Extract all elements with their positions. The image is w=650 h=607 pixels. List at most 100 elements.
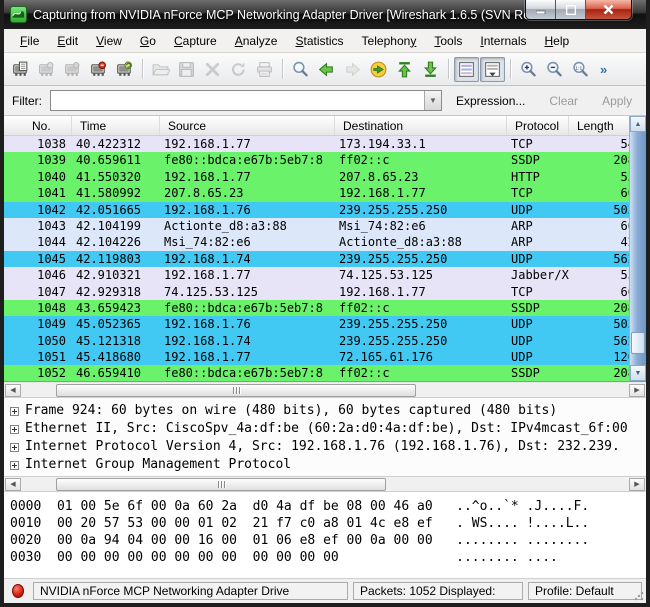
scroll-thumb[interactable] xyxy=(56,384,416,397)
menu-statistics[interactable]: Statistics xyxy=(287,31,351,51)
column-header-protocol[interactable]: Protocol xyxy=(507,116,569,135)
list-interfaces-icon[interactable] xyxy=(8,57,33,82)
autoscroll-toggle-icon[interactable] xyxy=(480,56,505,82)
scroll-right-button[interactable]: ▶ xyxy=(629,477,645,491)
expand-plus-icon[interactable] xyxy=(10,406,19,416)
menu-view[interactable]: View xyxy=(88,31,130,51)
clear-button: Clear xyxy=(549,93,579,108)
column-header-no[interactable]: No. xyxy=(4,116,72,135)
menu-help[interactable]: Help xyxy=(537,31,578,51)
capture-stop-icon[interactable] xyxy=(86,57,111,82)
cell-protocol: TCP xyxy=(511,137,533,151)
cell-source: 192.168.1.77 xyxy=(164,350,251,365)
cell-source: fe80::bdca:e67b:5eb7:8 xyxy=(164,366,323,381)
packet-row[interactable]: 1042 42.051665 192.168.1.76 239.255.255.250… xyxy=(4,201,629,218)
detail-line[interactable]: Internet Protocol Version 4, Src: 192.16… xyxy=(8,438,646,456)
capture-start-icon xyxy=(60,57,85,82)
column-header-source[interactable]: Source xyxy=(160,116,335,135)
expand-plus-icon[interactable] xyxy=(10,442,19,452)
detail-line[interactable]: Internet Group Management Protocol xyxy=(8,456,646,474)
detail-text: Internet Group Management Protocol xyxy=(25,457,292,472)
expand-plus-icon[interactable] xyxy=(10,460,19,470)
menu-bar: File Edit View Go Capture Analyze Statistics Te… xyxy=(4,29,646,53)
resize-grip[interactable] xyxy=(634,591,644,601)
menu-edit[interactable]: Edit xyxy=(49,31,86,51)
details-horizontal-scrollbar[interactable]: ◀ ▶ xyxy=(4,477,646,492)
cell-protocol: SSDP xyxy=(511,300,540,315)
capture-restart-icon[interactable] xyxy=(112,57,137,82)
capture-options-icon xyxy=(34,57,59,82)
cell-time: 45.121318 xyxy=(76,333,142,348)
packet-row[interactable]: 1044 42.104226 Msi_74:82:e6 Actionte_d8:a3:… xyxy=(4,234,629,251)
menu-internals[interactable]: Internals xyxy=(472,31,534,51)
scroll-up-button[interactable]: ▲ xyxy=(630,116,646,132)
packet-row[interactable]: 1040 41.550320 192.168.1.77 207.8.65.23 HTTP… xyxy=(4,168,629,186)
cell-time: 42.910321 xyxy=(76,268,142,283)
menu-telephony[interactable]: Telephony xyxy=(354,31,425,51)
cell-protocol: HTTP xyxy=(511,169,540,184)
zoom-out-icon[interactable] xyxy=(542,57,567,82)
menu-go[interactable]: Go xyxy=(132,31,164,51)
filter-input[interactable] xyxy=(51,91,424,110)
title-bar[interactable]: Capturing from NVIDIA nForce MCP Network… xyxy=(4,0,646,29)
detail-line[interactable]: Ethernet II, Src: CiscoSpv_4a:df:be (60:… xyxy=(8,420,646,438)
packet-list-horizontal-scrollbar[interactable]: ◀ ▶ xyxy=(4,383,646,398)
packet-row[interactable]: 1051 45.418680 192.168.1.77 72.165.61.176 UD… xyxy=(4,349,629,366)
filter-dropdown-button[interactable]: ▼ xyxy=(424,91,441,110)
cell-length: 55 xyxy=(620,268,629,283)
filter-label: Filter: xyxy=(12,93,42,108)
packet-row[interactable]: 1046 42.910321 192.168.1.77 74.125.53.125 Ja… xyxy=(4,267,629,284)
cell-time: 45.418680 xyxy=(76,350,142,365)
packet-row[interactable]: 1049 45.052365 192.168.1.76 239.255.255.250… xyxy=(4,316,629,333)
scroll-left-button[interactable]: ◀ xyxy=(5,477,21,491)
cell-time: 46.659410 xyxy=(76,366,142,381)
close-button[interactable] xyxy=(586,0,631,19)
cell-length: 55 xyxy=(620,169,629,184)
wireshark-window: Capturing from NVIDIA nForce MCP Network… xyxy=(0,0,650,607)
column-header-time[interactable]: Time xyxy=(72,116,160,135)
colorize-toggle-icon[interactable] xyxy=(454,56,479,82)
expand-plus-icon[interactable] xyxy=(10,424,19,434)
packet-list-vertical-scrollbar[interactable]: ▲ ▼ xyxy=(629,116,646,381)
menu-file[interactable]: File xyxy=(12,31,47,51)
go-to-bottom-icon[interactable] xyxy=(418,57,443,82)
chevron-right-icon: ▶ xyxy=(634,387,640,394)
scroll-thumb[interactable] xyxy=(631,332,645,354)
go-to-top-icon[interactable] xyxy=(392,57,417,82)
packet-row[interactable]: 1052 46.659410 fe80::bdca:e67b:5eb7:8 ff02:… xyxy=(4,365,629,381)
cell-time: 42.104199 xyxy=(76,218,142,233)
minimize-button[interactable] xyxy=(526,0,556,19)
go-to-packet-icon[interactable] xyxy=(366,57,391,82)
packet-details-pane: Frame 924: 60 bytes on wire (480 bits), … xyxy=(4,398,646,477)
scroll-down-button[interactable]: ▼ xyxy=(630,365,646,381)
packet-row[interactable]: 1038 40.422312 192.168.1.77 173.194.33.1 TCP… xyxy=(4,136,629,153)
scroll-right-button[interactable]: ▶ xyxy=(629,383,645,397)
zoom-in-icon[interactable] xyxy=(516,57,541,82)
packet-row[interactable]: 1047 42.929318 74.125.53.125 192.168.1.77 TC… xyxy=(4,283,629,300)
packet-row[interactable]: 1050 45.121318 192.168.1.74 239.255.255.250… xyxy=(4,332,629,350)
column-header-length[interactable]: Length xyxy=(569,116,629,135)
packet-row[interactable]: 1039 40.659611 fe80::bdca:e67b:5eb7:8 ff02:… xyxy=(4,152,629,169)
menu-analyze[interactable]: Analyze xyxy=(227,31,286,51)
scroll-thumb[interactable] xyxy=(56,478,386,491)
expression-button[interactable]: Expression... xyxy=(456,94,525,108)
cell-no: 1039 xyxy=(37,153,66,168)
find-packet-icon[interactable] xyxy=(288,57,313,82)
packet-row[interactable]: 1045 42.119803 192.168.1.74 239.255.255.250… xyxy=(4,250,629,268)
maximize-button[interactable] xyxy=(556,0,586,19)
cell-destination: 239.255.255.250 xyxy=(339,317,448,332)
scroll-track[interactable] xyxy=(630,132,646,365)
column-header-destination[interactable]: Destination xyxy=(335,116,507,135)
cell-protocol: UDP xyxy=(511,202,533,217)
packet-row[interactable]: 1048 43.659423 fe80::bdca:e67b:5eb7:8 ff02:… xyxy=(4,299,629,317)
scroll-left-button[interactable]: ◀ xyxy=(5,383,21,397)
menu-capture[interactable]: Capture xyxy=(166,31,225,51)
go-back-icon[interactable] xyxy=(314,57,339,82)
zoom-normal-icon[interactable]: 1:1 xyxy=(568,57,593,82)
menu-tools[interactable]: Tools xyxy=(426,31,470,51)
detail-line[interactable]: Frame 924: 60 bytes on wire (480 bits), … xyxy=(8,402,646,420)
cell-time: 42.051665 xyxy=(76,202,142,217)
overflow-chevron-icon[interactable]: » xyxy=(600,62,607,77)
packet-row[interactable]: 1041 41.580992 207.8.65.23 192.168.1.77 TCP 6… xyxy=(4,185,629,202)
packet-row[interactable]: 1043 42.104199 Actionte_d8:a3:88 Msi_74:82:… xyxy=(4,217,629,235)
